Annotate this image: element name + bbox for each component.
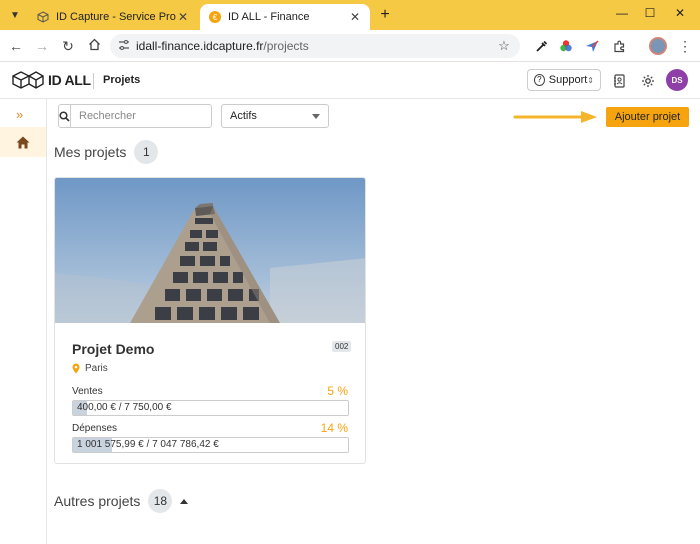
sales-label: Ventes: [72, 386, 103, 397]
browser-tab-bar: ▼ ID Capture - Service Production ✕ € ID…: [0, 0, 700, 30]
eyedropper-extension-icon[interactable]: [533, 38, 549, 54]
search-input[interactable]: [71, 105, 229, 127]
other-projects-title: Autres projets: [54, 493, 141, 509]
home-icon[interactable]: [86, 38, 102, 54]
id-all-favicon: €: [208, 10, 222, 24]
other-projects-count: 18: [148, 489, 173, 513]
back-icon[interactable]: ←: [8, 38, 24, 54]
reload-icon[interactable]: ↻: [60, 38, 76, 54]
gear-icon[interactable]: [640, 73, 656, 89]
tab-title: ID Capture - Service Production: [56, 11, 176, 23]
window-close-icon[interactable]: ✕: [670, 6, 690, 24]
url-path: /projects: [263, 39, 309, 53]
url-host: idall-finance.idcapture.fr: [136, 39, 264, 53]
arrow-right-icon: [513, 111, 597, 123]
updown-caret-icon: ⇕: [587, 75, 594, 85]
expenses-label: Dépenses: [72, 423, 118, 434]
project-code-badge: 002: [332, 341, 352, 352]
my-projects-count: 1: [134, 140, 159, 164]
tab-title: ID ALL - Finance: [228, 11, 310, 23]
sidebar: »: [0, 99, 47, 544]
forward-icon[interactable]: →: [34, 38, 50, 54]
svg-text:€: €: [213, 13, 218, 22]
app-logo[interactable]: ID ALL: [12, 71, 91, 89]
site-info-icon[interactable]: [118, 39, 136, 54]
arrow-extension-icon[interactable]: [584, 38, 600, 54]
expenses-progress-bar: 1 001 575,99 € / 7 047 786,42 €: [72, 437, 349, 453]
support-dropdown[interactable]: ? Support ⇕: [527, 69, 601, 91]
maximize-icon[interactable]: ☐: [640, 6, 660, 24]
location-text: Paris: [85, 363, 108, 374]
tab-close-icon[interactable]: ✕: [176, 10, 190, 24]
my-projects-heading: Mes projets 1: [54, 140, 159, 164]
location-pin-icon: [72, 363, 80, 374]
tab-search-icon[interactable]: ▼: [6, 6, 24, 24]
logo-text: ID ALL: [48, 72, 91, 88]
browser-profile-avatar[interactable]: [649, 37, 667, 55]
user-avatar[interactable]: DS: [666, 69, 688, 91]
bookmark-star-icon[interactable]: ☆: [496, 38, 512, 54]
tab-close-icon[interactable]: ✕: [348, 10, 362, 24]
browser-tab-id-capture[interactable]: ID Capture - Service Production ✕: [28, 4, 198, 30]
browser-tab-id-all[interactable]: € ID ALL - Finance ✕: [200, 4, 370, 30]
browser-toolbar: ← → ↻ idall-finance.idcapture.fr/project…: [0, 30, 700, 62]
sales-percent: 5 %: [327, 384, 348, 398]
search-icon[interactable]: [59, 105, 71, 127]
url-text: idall-finance.idcapture.fr/projects: [136, 39, 496, 53]
chevron-down-icon: [312, 113, 320, 119]
header-divider: [93, 73, 94, 89]
id-capture-favicon: [36, 10, 50, 24]
expand-sidebar-icon[interactable]: »: [16, 107, 23, 122]
address-bar[interactable]: idall-finance.idcapture.fr/projects ☆: [110, 34, 520, 58]
support-label: Support: [548, 74, 588, 86]
my-projects-title: Mes projets: [54, 144, 127, 160]
expenses-percent: 14 %: [320, 421, 348, 435]
extensions-puzzle-icon[interactable]: [611, 38, 627, 54]
other-projects-heading[interactable]: Autres projets 18: [54, 489, 189, 513]
page-section-title: Projets: [103, 74, 141, 86]
app-header: ID ALL Projets ? Support ⇕ DS: [0, 62, 700, 99]
sales-amount: 400,00 € / 7 750,00 €: [77, 402, 172, 413]
sidebar-item-home[interactable]: [0, 127, 46, 157]
status-filter-select[interactable]: Actifs: [221, 104, 329, 128]
project-location: Paris: [72, 363, 108, 374]
project-name[interactable]: Projet Demo: [72, 341, 154, 357]
search-box: [58, 104, 229, 128]
status-filter-value: Actifs: [230, 110, 257, 122]
contacts-book-icon[interactable]: [611, 73, 627, 89]
cube-logo-icon: [12, 71, 44, 89]
home-icon: [16, 136, 30, 148]
minimize-icon[interactable]: —: [612, 6, 632, 24]
sales-progress-bar: 400,00 € / 7 750,00 €: [72, 400, 349, 416]
caret-up-icon[interactable]: [180, 498, 189, 504]
expenses-amount: 1 001 575,99 € / 7 047 786,42 €: [77, 439, 219, 450]
new-tab-icon[interactable]: +: [376, 6, 394, 24]
project-card[interactable]: Projet Demo 002 Paris Ventes 5 % 400,00 …: [54, 177, 366, 464]
project-image: [55, 178, 365, 323]
browser-menu-icon[interactable]: ⋮: [678, 38, 692, 54]
add-project-button[interactable]: Ajouter projet: [606, 107, 689, 127]
help-circle-icon: ?: [534, 74, 545, 86]
color-extension-icon[interactable]: [558, 38, 574, 54]
